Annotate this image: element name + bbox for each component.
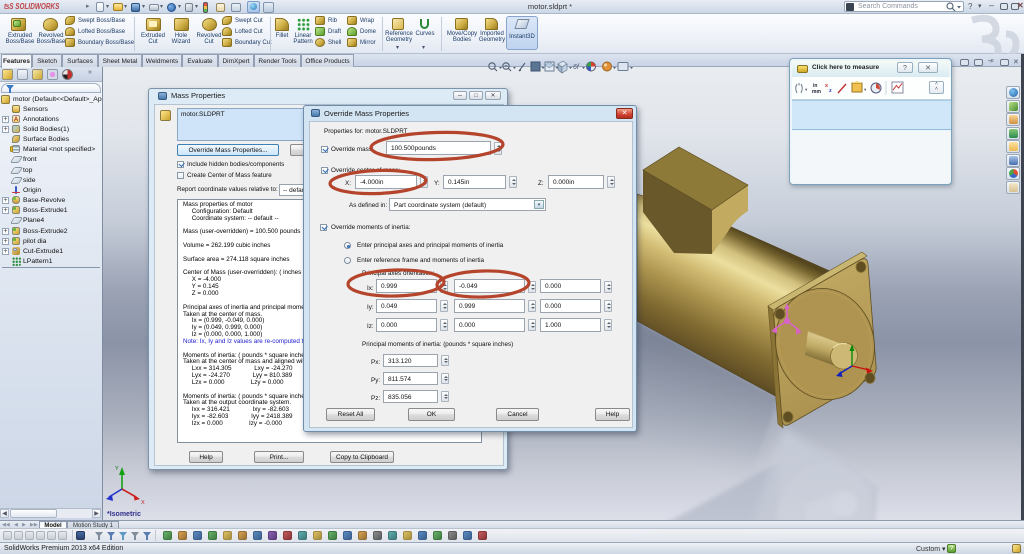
svg-text:6f: 6f [573,64,580,71]
svg-text:*Isometric: *Isometric [107,511,141,518]
svg-text:▾: ▾ [864,87,867,92]
svg-text:mm: mm [812,89,821,95]
svg-text:▾: ▾ [805,87,808,92]
svg-text:Y: Y [115,466,119,472]
svg-text:X: X [141,500,145,506]
svg-text:z: z [829,88,832,94]
